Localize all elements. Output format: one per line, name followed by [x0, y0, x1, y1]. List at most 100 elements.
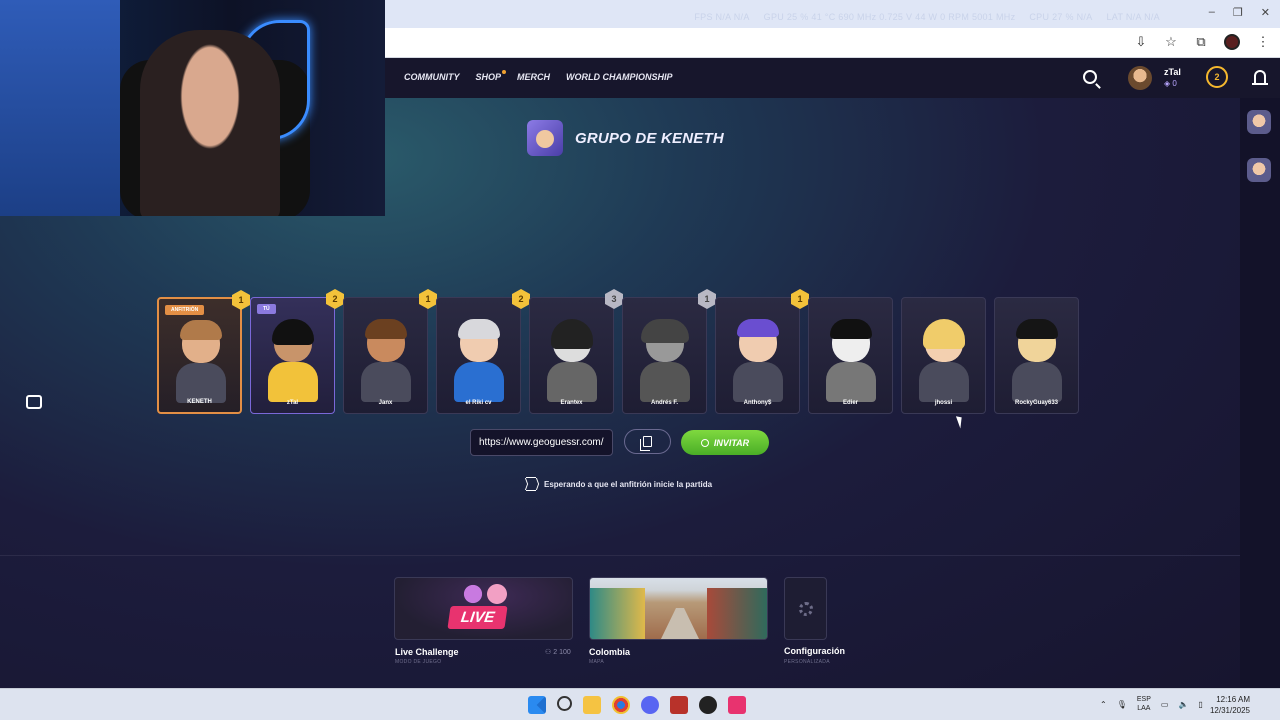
invite-link-field[interactable]: https://www.geoguessr.com/: [470, 429, 613, 456]
nav-link-world-championship[interactable]: WORLD CHAMPIONSHIP: [566, 72, 673, 82]
friends-rail: [1240, 98, 1280, 688]
toolbar-icons: ⇩ ☆ ⧉ ⋮: [1134, 34, 1270, 50]
host-tag: ANFITRIÓN: [165, 305, 205, 315]
address-bar[interactable]: [390, 32, 1130, 54]
player-avatar: [640, 319, 690, 402]
game-mode-tile[interactable]: LIVE: [394, 577, 573, 640]
language-indicator[interactable]: ESP LAA: [1137, 695, 1151, 713]
minimize-icon[interactable]: –: [1209, 6, 1215, 19]
chrome-icon[interactable]: [612, 696, 630, 714]
overlay-fps: FPS N/A N/A: [694, 12, 750, 22]
system-tray: ⌃ 🎙 ESP LAA ▭ 🔈 ▯: [1100, 695, 1203, 713]
player-card[interactable]: RockyGuay633: [994, 297, 1079, 414]
player-card[interactable]: 1 Andrés F.: [622, 289, 716, 414]
invite-button[interactable]: INVITAR: [681, 430, 769, 455]
clock[interactable]: 12:16 AM 12/31/2025: [1208, 694, 1250, 716]
restore-icon[interactable]: ❐: [1233, 6, 1243, 19]
obs-icon[interactable]: [699, 696, 717, 714]
player-card[interactable]: jhossi: [901, 297, 986, 414]
overlay-lat: LAT N/A N/A: [1106, 12, 1160, 22]
player-card[interactable]: 1 Janx: [343, 289, 437, 414]
player-name: el Riki cv: [465, 400, 492, 406]
player-name: Edier: [842, 400, 858, 406]
player-avatar: [454, 319, 504, 402]
user-name[interactable]: zTal: [1164, 67, 1181, 77]
player-card[interactable]: 3 Erantex: [529, 289, 623, 414]
bookmark-star-icon[interactable]: ☆: [1164, 34, 1178, 49]
copy-icon: [640, 436, 652, 451]
nav-link-shop-label: SHOP: [475, 72, 502, 82]
map-image-buildings-left: [590, 588, 645, 639]
network-icon[interactable]: ▭: [1161, 700, 1169, 709]
chevron-up-icon[interactable]: ⌃: [1100, 700, 1107, 709]
player-card[interactable]: ANFITRIÓN 1 KENETH: [157, 290, 250, 414]
player-avatar: [826, 319, 876, 402]
player-avatar: [547, 319, 597, 402]
player-card[interactable]: 1 Anthony$: [715, 289, 809, 414]
game-mode-title: Live Challenge: [395, 647, 459, 657]
nav-link-community[interactable]: COMMUNITY: [404, 72, 460, 82]
user-coins-value: 0: [1172, 79, 1177, 88]
level-badge[interactable]: 2: [1206, 66, 1228, 88]
extensions-icon[interactable]: ⧉: [1194, 34, 1208, 49]
browser-menu-icon[interactable]: ⋮: [1256, 34, 1270, 49]
overlay-gpu: GPU 25 % 41 °C 690 MHz 0.725 V 44 W 0 RP…: [763, 12, 1016, 22]
player-name: KENETH: [187, 399, 212, 405]
player-name: jhossi: [934, 400, 953, 406]
waiting-text: Esperando a que el anfitrión inicie la p…: [544, 479, 713, 489]
overlay-cpu: CPU 27 % N/A: [1029, 12, 1093, 22]
rail-friend-avatar[interactable]: [1247, 110, 1271, 134]
player-cards: ANFITRIÓN 1 KENETH TÚ 2 zTal 1 Janx 2 el…: [157, 289, 1079, 414]
players-count: ⚇ 2 100: [545, 649, 571, 656]
map-subtitle: MAPA: [589, 659, 604, 665]
player-name: Anthony$: [743, 400, 772, 406]
tiktok-live-icon[interactable]: [728, 696, 746, 714]
volume-icon[interactable]: 🔈: [1178, 700, 1188, 709]
close-icon[interactable]: ✕: [1261, 6, 1270, 19]
nav-link-merch[interactable]: MERCH: [517, 72, 550, 82]
group-icon: [527, 120, 563, 156]
microphone-icon[interactable]: 🎙: [1117, 700, 1127, 709]
user-avatar[interactable]: [1128, 66, 1152, 90]
app-icon-red[interactable]: [670, 696, 688, 714]
invite-button-label: INVITAR: [713, 437, 750, 448]
section-divider: [0, 555, 1240, 556]
bell-icon[interactable]: [1252, 70, 1268, 85]
player-name: Erantex: [560, 400, 583, 406]
player-avatar: [1012, 319, 1062, 402]
file-explorer-icon[interactable]: [583, 696, 601, 714]
keyboard-layout: LAA: [1137, 705, 1151, 712]
window-controls: – ❐ ✕: [1209, 6, 1270, 19]
player-avatar: [268, 319, 318, 402]
player-card[interactable]: TÚ 2 zTal: [250, 289, 344, 414]
player-name: RockyGuay633: [1014, 400, 1059, 406]
player-card[interactable]: 2 el Riki cv: [436, 289, 530, 414]
player-card[interactable]: Edier: [808, 297, 893, 414]
settings-title: Configuración: [784, 646, 845, 656]
gear-icon: [798, 601, 813, 616]
taskbar: ⌃ 🎙 ESP LAA ▭ 🔈 ▯ 12:16 AM 12/31/2025: [0, 688, 1280, 720]
start-icon[interactable]: [528, 696, 546, 714]
user-coins: ◈ 0: [1164, 79, 1177, 88]
chat-icon[interactable]: [26, 395, 42, 409]
map-tile[interactable]: [589, 577, 768, 640]
rail-friend-avatar[interactable]: [1247, 158, 1271, 182]
player-avatar: [361, 319, 411, 402]
battery-icon[interactable]: ▯: [1198, 700, 1202, 709]
waiting-status: Esperando a que el anfitrión inicie la p…: [526, 477, 712, 491]
copy-link-button[interactable]: [624, 429, 671, 454]
discord-icon[interactable]: [641, 696, 659, 714]
player-avatar: [733, 319, 783, 402]
taskbar-apps: [528, 696, 746, 714]
settings-tile[interactable]: [784, 577, 827, 640]
webcam-door: [0, 0, 120, 216]
webcam-streamer: [140, 30, 280, 216]
player-avatar: [176, 320, 226, 403]
nav-link-shop[interactable]: SHOP: [475, 70, 507, 82]
profile-avatar-icon[interactable]: [1224, 34, 1240, 50]
notification-dot: [502, 70, 507, 74]
map-image-buildings-right: [707, 588, 767, 639]
install-app-icon[interactable]: ⇩: [1134, 34, 1148, 49]
search-icon[interactable]: [1083, 70, 1097, 84]
search-taskbar-icon[interactable]: [557, 696, 572, 711]
